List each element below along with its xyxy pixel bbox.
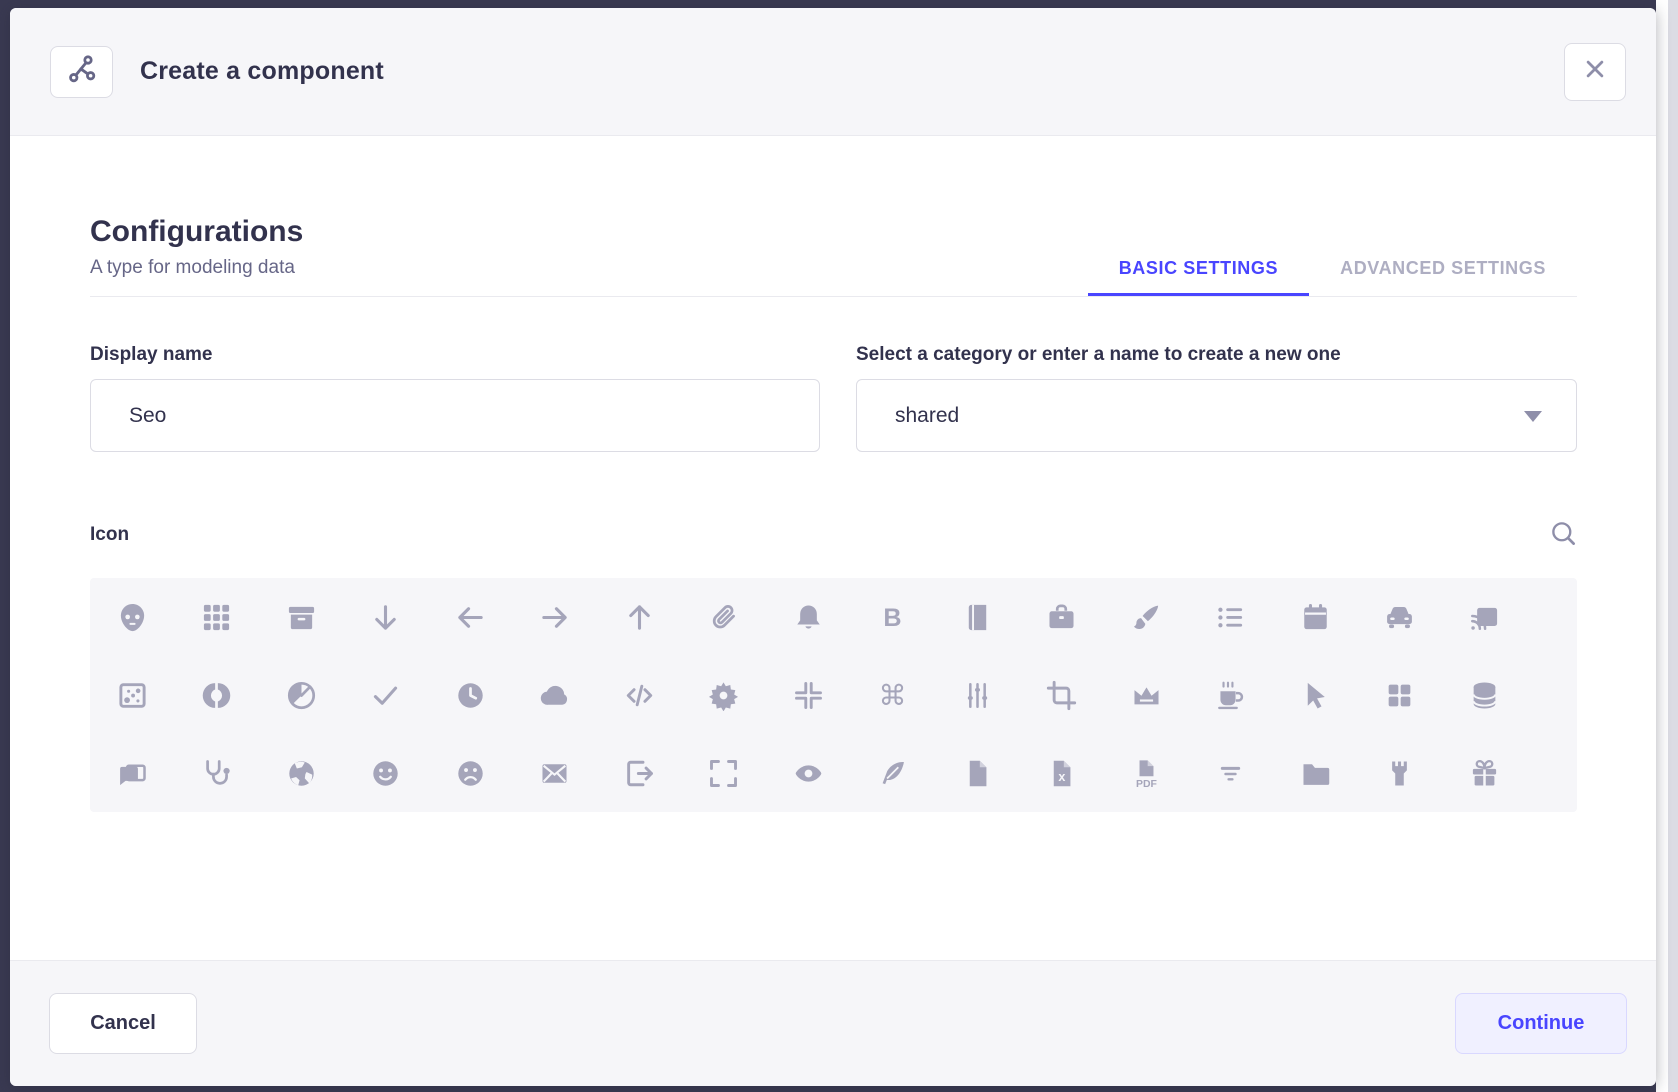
section-heading: Configurations A type for modeling data: [90, 213, 303, 279]
continue-button[interactable]: Continue: [1455, 993, 1627, 1054]
collapse-icon[interactable]: [786, 673, 830, 717]
component-icon-box: [50, 46, 113, 98]
exit-icon[interactable]: [617, 751, 661, 795]
file-icon[interactable]: [955, 751, 999, 795]
bullet-list-icon[interactable]: [1209, 595, 1253, 639]
page-scrollbar-thumb[interactable]: [1668, 0, 1678, 1092]
close-button[interactable]: [1564, 43, 1626, 101]
envelop-icon[interactable]: [533, 751, 577, 795]
modal-title: Create a component: [140, 57, 384, 86]
chart-circle-icon[interactable]: [195, 673, 239, 717]
calendar-icon[interactable]: [1293, 595, 1337, 639]
database-icon[interactable]: [1462, 673, 1506, 717]
chevron-down-icon: [1524, 411, 1542, 422]
discuss-icon[interactable]: [110, 751, 154, 795]
cursor-icon[interactable]: [1293, 673, 1337, 717]
briefcase-icon[interactable]: [1040, 595, 1084, 639]
cloud-icon[interactable]: [533, 673, 577, 717]
page-subtitle: A type for modeling data: [90, 257, 303, 279]
attachment-icon[interactable]: [702, 595, 746, 639]
display-name-input[interactable]: [90, 379, 820, 452]
archive-icon[interactable]: [279, 595, 323, 639]
sliders-icon[interactable]: [955, 673, 999, 717]
feather-icon[interactable]: [871, 751, 915, 795]
doctor-icon[interactable]: [195, 751, 239, 795]
bold-icon[interactable]: B: [871, 595, 915, 639]
cancel-button[interactable]: Cancel: [49, 993, 197, 1054]
check-icon[interactable]: [364, 673, 408, 717]
crop-icon[interactable]: [1040, 673, 1084, 717]
icon-panel: B ⌘ x PDF: [90, 578, 1577, 812]
svg-text:B: B: [884, 604, 902, 632]
category-label: Select a category or enter a name to cre…: [856, 344, 1341, 366]
dashboard-icon[interactable]: [1378, 673, 1422, 717]
search-icon: [1550, 520, 1577, 550]
car-icon[interactable]: [1378, 595, 1422, 639]
display-name-label: Display name: [90, 344, 213, 366]
arrow-up-icon[interactable]: [617, 595, 661, 639]
book-icon[interactable]: [955, 595, 999, 639]
bell-icon[interactable]: [786, 595, 830, 639]
modal-body: Configurations A type for modeling data …: [10, 137, 1656, 960]
filter-icon[interactable]: [1209, 751, 1253, 795]
modal-header: Create a component: [10, 8, 1656, 136]
close-icon: [1584, 58, 1606, 85]
cog-icon[interactable]: [702, 673, 746, 717]
chart-pie-icon[interactable]: [279, 673, 323, 717]
arrow-down-icon[interactable]: [364, 595, 408, 639]
modal-footer: Cancel Continue: [10, 960, 1656, 1086]
arrow-right-icon[interactable]: [533, 595, 577, 639]
earth-icon[interactable]: [279, 751, 323, 795]
chart-bubble-icon[interactable]: [110, 673, 154, 717]
icon-picker-header: Icon: [90, 515, 1577, 555]
page-title: Configurations: [90, 213, 303, 251]
svg-text:PDF: PDF: [1136, 779, 1157, 789]
svg-text:⌘: ⌘: [879, 680, 907, 711]
category-select-value: shared: [895, 404, 959, 428]
code-icon[interactable]: [617, 673, 661, 717]
tabs-divider: [90, 296, 1577, 297]
brush-icon[interactable]: [1124, 595, 1168, 639]
cast-icon[interactable]: [1462, 595, 1506, 639]
apps-icon[interactable]: [195, 595, 239, 639]
icon-search-button[interactable]: [1550, 520, 1577, 550]
settings-tabs: BASIC SETTINGS ADVANCED SETTINGS: [1088, 240, 1577, 296]
emotion-unhappy-icon[interactable]: [448, 751, 492, 795]
tab-advanced-settings[interactable]: ADVANCED SETTINGS: [1309, 240, 1577, 296]
page-scrollbar-track[interactable]: [1656, 0, 1678, 1092]
crown-icon[interactable]: [1124, 673, 1168, 717]
arrow-left-icon[interactable]: [448, 595, 492, 639]
svg-text:x: x: [1059, 769, 1066, 783]
file-pdf-icon[interactable]: PDF: [1124, 751, 1168, 795]
gift-icon[interactable]: [1462, 751, 1506, 795]
icon-label: Icon: [90, 524, 129, 546]
tab-basic-settings[interactable]: BASIC SETTINGS: [1088, 240, 1309, 296]
folder-icon[interactable]: [1293, 751, 1337, 795]
category-select[interactable]: shared: [856, 379, 1577, 452]
icon-grid: B ⌘ x PDF: [90, 578, 1577, 812]
alien-icon[interactable]: [110, 595, 154, 639]
create-component-modal: Create a component Configurations A type…: [10, 8, 1656, 1086]
cup-icon[interactable]: [1209, 673, 1253, 717]
component-icon: [67, 54, 97, 89]
expand-icon[interactable]: [702, 751, 746, 795]
clock-icon[interactable]: [448, 673, 492, 717]
eye-icon[interactable]: [786, 751, 830, 795]
command-icon[interactable]: ⌘: [871, 673, 915, 717]
emotion-happy-icon[interactable]: [364, 751, 408, 795]
fork-icon[interactable]: [1378, 751, 1422, 795]
file-error-icon[interactable]: x: [1040, 751, 1084, 795]
